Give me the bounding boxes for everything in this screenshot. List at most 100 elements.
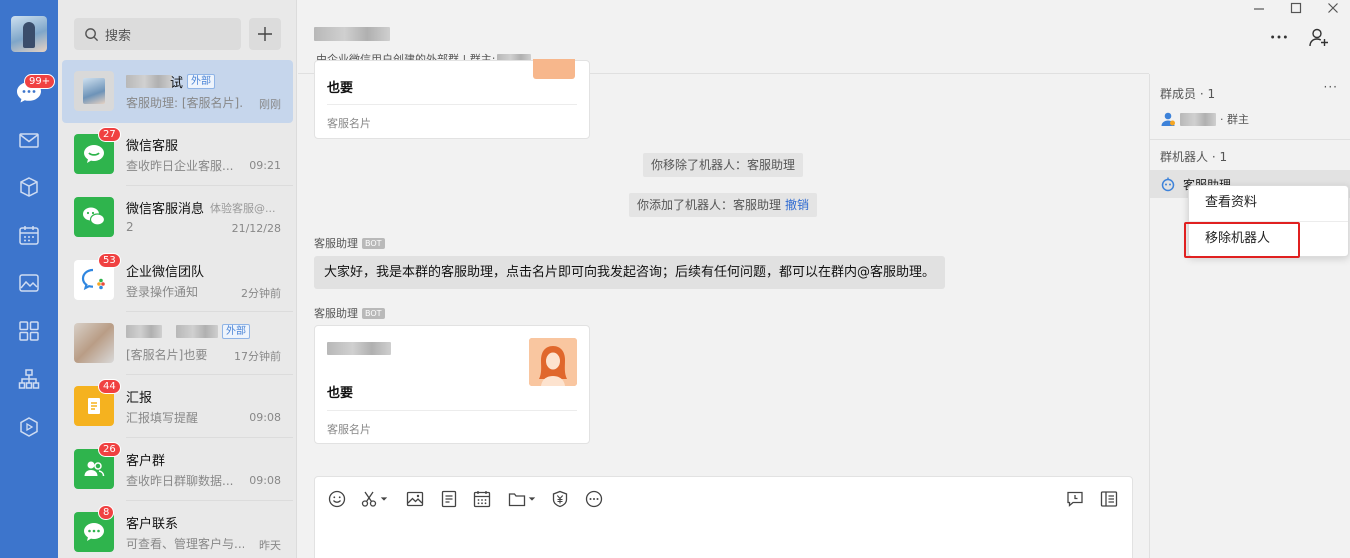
- red-packet-button[interactable]: [550, 489, 570, 509]
- rail-apps[interactable]: [0, 311, 58, 351]
- conversation-name: 汇报: [126, 391, 153, 406]
- chat-more-button[interactable]: [1268, 26, 1290, 48]
- folder-options-button[interactable]: [527, 489, 537, 509]
- external-tag: 外部: [187, 74, 216, 89]
- add-person-icon: [1309, 28, 1328, 47]
- caret-down-icon: [528, 497, 536, 501]
- view-profile-menu-item[interactable]: 查看资料: [1189, 186, 1350, 220]
- message-bubble[interactable]: 大家好，我是本群的客服助理，点击名片即可向我发起咨询；后续有任何问题，都可以在群…: [314, 256, 946, 289]
- maximize-button[interactable]: [1281, 0, 1311, 16]
- external-tag: 外部: [222, 324, 250, 339]
- rail-docs[interactable]: [0, 167, 58, 207]
- cube-doc-icon: [20, 177, 38, 197]
- mail-icon: [19, 133, 39, 148]
- conversation-item[interactable]: 27 微信客服 查收昨日企业客服... 09:21: [62, 123, 293, 186]
- shield-yen-icon: [552, 490, 568, 508]
- image-button[interactable]: [405, 489, 425, 509]
- conversation-time: 09:08: [249, 411, 281, 424]
- conversation-name: 企业微信团队: [126, 265, 205, 280]
- rail-calendar[interactable]: [0, 215, 58, 255]
- more-tools-button[interactable]: [584, 489, 604, 509]
- conversation-list: 搜索 试 外部 客服助理: [客服名片]... 刚刚 27 微信客服 查收昨日企…: [58, 0, 297, 558]
- contact-card[interactable]: 也要 客服名片: [314, 59, 590, 139]
- calendar-icon: [473, 491, 491, 508]
- org-tree-icon: [18, 369, 40, 389]
- contact-card[interactable]: 也要 客服名片: [314, 325, 590, 444]
- conversation-time: 2分钟前: [241, 287, 281, 300]
- conversation-item[interactable]: 试 外部 客服助理: [客服名片]... 刚刚: [62, 60, 293, 123]
- conversation-name: 微信客服消息: [126, 202, 205, 217]
- blurred-member-name: [1180, 112, 1216, 126]
- unread-badge: 27: [98, 127, 121, 142]
- caret-down-icon: [380, 497, 388, 501]
- add-button[interactable]: [249, 18, 281, 50]
- blurred-name: [126, 75, 172, 88]
- conversation-preview: 可查看、管理客户与...: [126, 537, 244, 551]
- conversation-preview: 查收昨日群聊数据...: [126, 474, 234, 488]
- card-avatar: [533, 59, 575, 79]
- sidebar-toggle-button[interactable]: [1099, 489, 1119, 509]
- minimize-button[interactable]: [1244, 0, 1274, 16]
- conversation-preview: 2: [126, 220, 134, 234]
- add-member-button[interactable]: [1308, 26, 1330, 48]
- plus-icon: [258, 27, 272, 41]
- folder-button[interactable]: [507, 489, 527, 509]
- search-input[interactable]: 搜索: [74, 18, 241, 50]
- rail-workbench[interactable]: [0, 263, 58, 303]
- group-avatar: [74, 323, 114, 363]
- conversation-name: 客户联系: [126, 517, 179, 532]
- chat-history-button[interactable]: [1065, 489, 1085, 509]
- screenshot-button[interactable]: [359, 489, 379, 509]
- system-message: 你添加了机器人：客服助理 撤销: [629, 193, 818, 217]
- conversation-name: 微信客服: [126, 139, 179, 154]
- conversation-item[interactable]: 8 客户联系 可查看、管理客户与... 昨天: [62, 501, 293, 558]
- hexagon-play-icon: [20, 417, 38, 437]
- minimize-icon: [1254, 8, 1264, 10]
- conversation-item[interactable]: 外部 [客服名片]也要 17分钟前: [62, 312, 293, 375]
- image-icon: [406, 491, 424, 507]
- conversation-item[interactable]: 26 客户群 查收昨日群聊数据... 09:08: [62, 438, 293, 501]
- rail-mail[interactable]: [0, 120, 58, 160]
- sender-name[interactable]: 客服助理: [314, 305, 358, 321]
- rail-contacts[interactable]: [0, 359, 58, 399]
- emoji-button[interactable]: [327, 489, 347, 509]
- emoji-icon: [328, 490, 346, 508]
- owner-label: · 群主: [1220, 113, 1249, 126]
- calendar-button[interactable]: [472, 489, 492, 509]
- rail-messages[interactable]: 99+: [0, 72, 58, 112]
- close-button[interactable]: [1318, 0, 1348, 16]
- conversation-extra: 体验客服@...: [210, 201, 276, 215]
- conversation-preview: 汇报填写提醒: [126, 411, 199, 425]
- members-more-button[interactable]: ···: [1324, 80, 1338, 94]
- maximize-icon: [1290, 2, 1302, 14]
- screenshot-options-button[interactable]: [379, 489, 389, 509]
- member-item[interactable]: · 群主: [1160, 111, 1249, 127]
- conversation-item[interactable]: 44 汇报 汇报填写提醒 09:08: [62, 375, 293, 438]
- card-title: 也要: [327, 386, 354, 401]
- card-title: 也要: [327, 81, 354, 96]
- group-members-panel: 群成员 · 1 ··· · 群主 群机器人 · 1 客服助理: [1149, 74, 1350, 558]
- left-rail: 99+: [0, 0, 58, 558]
- blurred-card-name: [327, 342, 391, 355]
- conversation-time: 刚刚: [259, 98, 281, 111]
- scissors-icon: [361, 491, 377, 507]
- more-circle-icon: [585, 490, 603, 508]
- more-dots-icon: [1271, 35, 1287, 39]
- user-avatar[interactable]: [11, 16, 47, 52]
- rail-more[interactable]: [0, 407, 58, 447]
- document-button[interactable]: [439, 489, 459, 509]
- message-composer[interactable]: [314, 476, 1133, 558]
- conversation-item[interactable]: 53 企业微信团队 登录操作通知 2分钟前: [62, 249, 293, 312]
- undo-link[interactable]: 撤销: [785, 198, 809, 212]
- system-text: 你添加了机器人：客服助理: [637, 198, 782, 212]
- conversation-preview: [客服名片]也要: [126, 348, 208, 362]
- conversation-time: 昨天: [259, 539, 281, 552]
- search-placeholder: 搜索: [105, 28, 132, 44]
- conversation-item[interactable]: 微信客服消息 体验客服@... 2 21/12/28: [62, 186, 293, 249]
- card-footer: 客服名片: [327, 117, 371, 130]
- robots-title: 群机器人 · 1: [1160, 150, 1228, 164]
- sender-name[interactable]: 客服助理: [314, 235, 358, 251]
- conversation-preview: 登录操作通知: [126, 285, 199, 299]
- conversation-name: 客户群: [126, 454, 166, 469]
- unread-badge: 53: [98, 253, 121, 268]
